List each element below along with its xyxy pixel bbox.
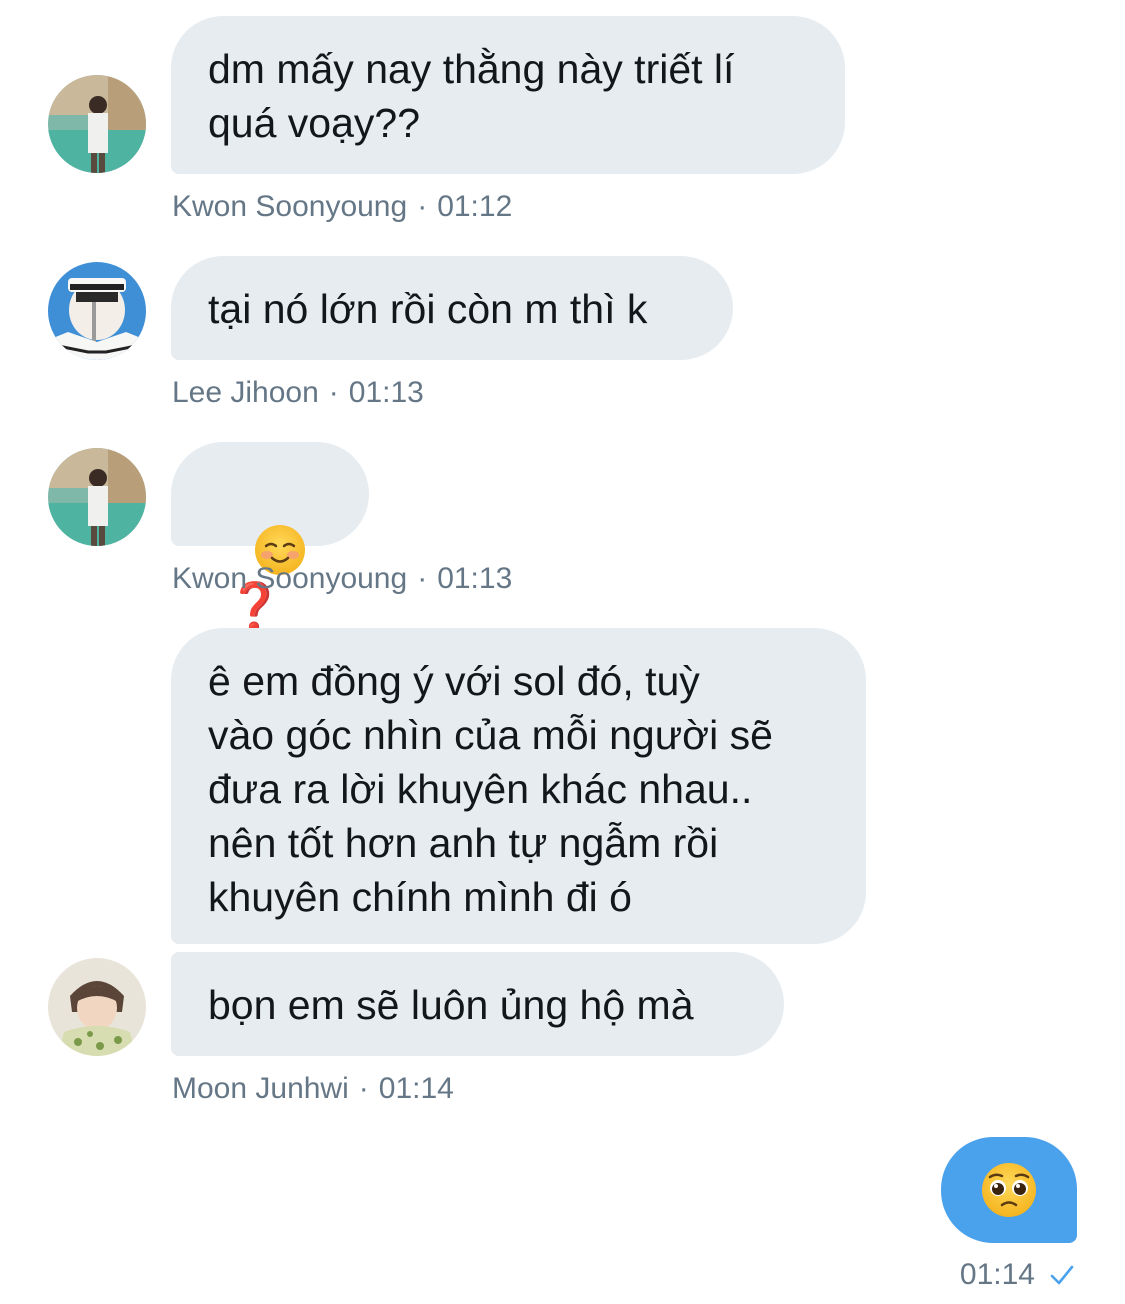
message-bubble[interactable]: ê em đồng ý với sol đó, tuỳ vào góc nhìn…: [171, 628, 866, 944]
message-bubble[interactable]: tại nó lớn rồi còn m thì k: [171, 256, 733, 360]
avatar-photo-icon: [48, 958, 146, 1056]
meta-separator: ·: [358, 1072, 369, 1105]
outgoing-message-bubble[interactable]: [941, 1137, 1077, 1243]
avatar-photo-icon: [48, 262, 146, 360]
avatar[interactable]: [48, 448, 146, 546]
meta-separator: ·: [417, 562, 428, 595]
message-time: 01:13: [348, 376, 424, 409]
message-time: 01:14: [959, 1258, 1035, 1291]
message-bubble[interactable]: ❓: [171, 442, 369, 633]
avatar[interactable]: [48, 262, 146, 360]
avatar[interactable]: [48, 958, 146, 1056]
message-time: 01:13: [437, 562, 513, 595]
message-bubble[interactable]: bọn em sẽ luôn ủng hộ mà: [171, 952, 784, 1056]
pleading-face-emoji-icon: [982, 1163, 1036, 1217]
message-meta: Kwon Soonyoung · 01:13: [172, 562, 512, 596]
message-time: 01:12: [437, 190, 513, 223]
sender-name[interactable]: Kwon Soonyoung: [172, 562, 407, 595]
meta-separator: ·: [328, 376, 339, 409]
avatar-photo-icon: [48, 75, 146, 173]
avatar[interactable]: [48, 75, 146, 173]
avatar-photo-icon: [48, 448, 146, 546]
check-icon: [1050, 1265, 1074, 1285]
outgoing-message-meta: 01:14: [960, 1258, 1075, 1292]
sender-name[interactable]: Lee Jihoon: [172, 376, 319, 409]
message-bubble[interactable]: dm mấy nay thằng này triết lí quá voạy??: [171, 16, 845, 174]
message-meta: Lee Jihoon · 01:13: [172, 376, 424, 410]
sender-name[interactable]: Kwon Soonyoung: [172, 190, 407, 223]
meta-separator: ·: [417, 190, 428, 223]
message-meta: Kwon Soonyoung · 01:12: [172, 190, 512, 224]
message-meta: Moon Junhwi · 01:14: [172, 1072, 454, 1106]
sender-name[interactable]: Moon Junhwi: [172, 1072, 349, 1105]
message-time: 01:14: [378, 1072, 454, 1105]
